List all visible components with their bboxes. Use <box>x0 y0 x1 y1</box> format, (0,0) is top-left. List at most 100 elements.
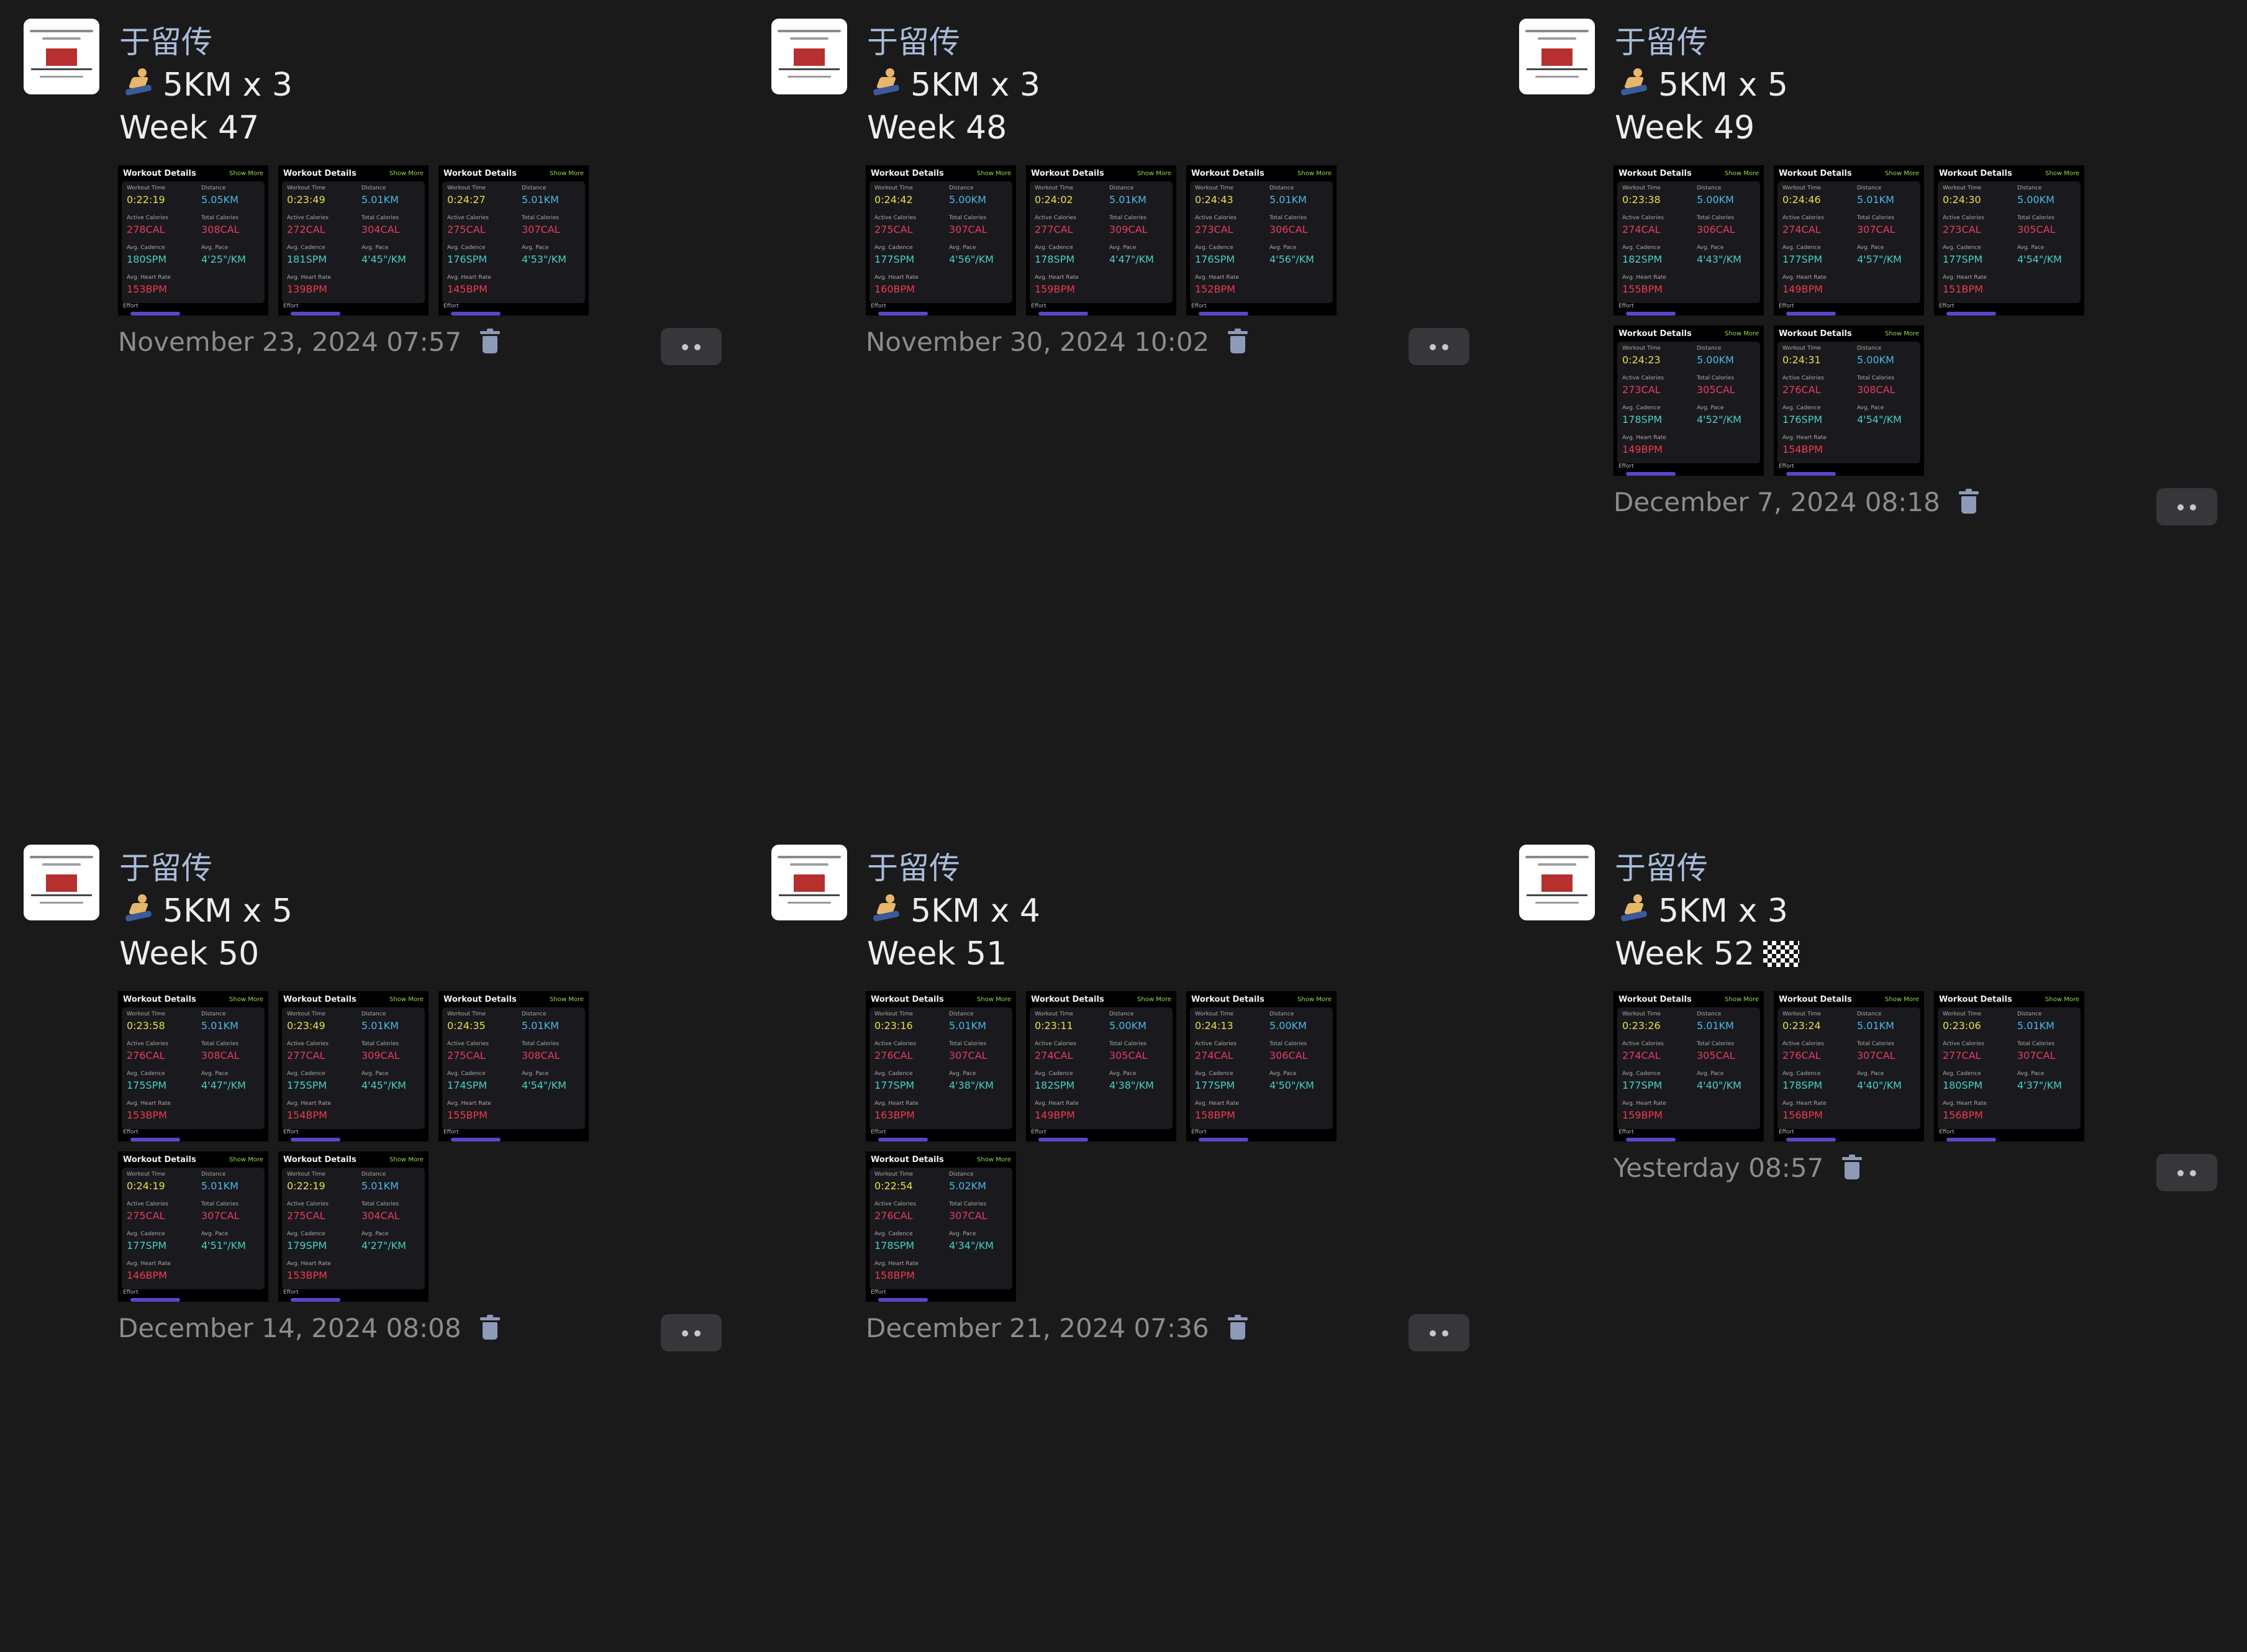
thumb-value-distance: 5.01KM <box>949 1020 986 1032</box>
workout-screenshot-thumbnail[interactable]: Workout Details Show More Workout Time 0:24… <box>118 1151 268 1302</box>
workout-screenshot-thumbnail[interactable]: Workout Details Show More Workout Time 0:23… <box>1934 991 2084 1141</box>
thumb-label-distance: Distance <box>522 1011 547 1017</box>
workout-screenshot-thumbnail[interactable]: Workout Details Show More Workout Time 0:23… <box>278 165 429 315</box>
thumb-value-workout-time: 0:23:58 <box>127 1020 165 1032</box>
thumb-value-avg-cadence: 175SPM <box>287 1079 327 1091</box>
more-dots-icon <box>1430 1330 1436 1337</box>
post-timestamp-row: Yesterday 08:57 <box>1614 1153 1863 1183</box>
workout-screenshot-thumbnail[interactable]: Workout Details Show More Workout Time 0:23… <box>1614 165 1764 315</box>
workout-screenshot-thumbnail[interactable]: Workout Details Show More Workout Time 0:24… <box>1186 991 1337 1141</box>
thumb-label-workout-time: Workout Time <box>1195 1011 1234 1017</box>
thumb-label-active-calories: Active Calories <box>1782 1041 1824 1047</box>
thumb-effort-label: Effort <box>1779 463 1794 470</box>
post-distance-label: 5KM x 3 <box>910 66 1040 104</box>
thumb-show-more: Show More <box>1885 170 1919 177</box>
author-name[interactable]: 于留传 <box>119 843 212 888</box>
thumb-value-total-calories: 305CAL <box>1697 1050 1735 1061</box>
workout-screenshot-thumbnail[interactable]: Workout Details Show More Workout Time 0:24… <box>438 165 589 315</box>
more-options-button[interactable] <box>1409 328 1469 365</box>
trash-icon[interactable] <box>1227 1315 1248 1340</box>
thumb-show-more: Show More <box>1885 996 1919 1003</box>
thumb-value-avg-pace: 4'54"/KM <box>2017 253 2062 265</box>
author-name[interactable]: 于留传 <box>1615 17 1708 62</box>
trash-icon[interactable] <box>1228 329 1248 353</box>
thumb-value-avg-heart-rate: 146BPM <box>127 1269 167 1281</box>
workout-screenshot-thumbnail[interactable]: Workout Details Show More Workout Time 0:24… <box>1774 325 1924 476</box>
thumb-value-distance: 5.01KM <box>1697 1020 1734 1032</box>
author-avatar[interactable] <box>771 19 847 94</box>
thumb-value-distance: 5.01KM <box>522 194 559 206</box>
thumb-effort-label: Effort <box>443 1129 459 1135</box>
workout-screenshot-thumbnail[interactable]: Workout Details Show More Workout Time 0:23… <box>1774 991 1924 1141</box>
runner-emoji-icon <box>867 892 907 927</box>
thumb-label-avg-heart-rate: Avg. Heart Rate <box>287 275 331 281</box>
more-options-button[interactable] <box>1409 1314 1469 1351</box>
thumb-value-total-calories: 308CAL <box>201 1050 240 1061</box>
workout-screenshot-thumbnail[interactable]: Workout Details Show More Workout Time 0:24… <box>1934 165 2084 315</box>
more-dots-icon <box>694 344 701 350</box>
workout-screenshot-thumbnail[interactable]: Workout Details Show More Workout Time 0:24… <box>1774 165 1924 315</box>
trash-icon[interactable] <box>480 329 501 353</box>
author-name[interactable]: 于留传 <box>867 17 960 62</box>
workout-screenshot-thumbnail[interactable]: Workout Details Show More Workout Time 0:24… <box>438 991 589 1141</box>
more-options-button[interactable] <box>661 328 722 365</box>
thumb-label-total-calories: Total Calories <box>1269 215 1307 221</box>
thumb-value-avg-cadence: 180SPM <box>1943 1079 1983 1091</box>
author-avatar[interactable] <box>771 845 847 920</box>
post-distance-label: 5KM x 5 <box>1658 66 1788 104</box>
thumb-label-workout-time: Workout Time <box>1782 1011 1822 1017</box>
thumb-header: Workout Details <box>123 995 196 1004</box>
thumb-label-avg-pace: Avg. Pace <box>1697 405 1724 411</box>
workout-screenshot-thumbnail[interactable]: Workout Details Show More Workout Time 0:24… <box>866 165 1016 315</box>
thumb-label-workout-time: Workout Time <box>874 185 914 191</box>
workout-screenshot-thumbnail[interactable]: Workout Details Show More Workout Time 0:23… <box>118 991 268 1141</box>
author-name[interactable]: 于留传 <box>119 17 212 62</box>
workout-screenshot-thumbnail[interactable]: Workout Details Show More Workout Time 0:23… <box>1026 991 1176 1141</box>
author-avatar[interactable] <box>1519 19 1595 94</box>
thumb-label-active-calories: Active Calories <box>1035 1041 1076 1047</box>
thumb-value-active-calories: 276CAL <box>1782 1050 1821 1061</box>
effort-bar <box>1946 1138 1996 1141</box>
author-avatar[interactable] <box>24 845 99 920</box>
workout-screenshot-thumbnail[interactable]: Workout Details Show More Workout Time 0:23… <box>1614 991 1764 1141</box>
thumb-value-active-calories: 276CAL <box>127 1050 165 1061</box>
thumb-header: Workout Details <box>283 1155 356 1164</box>
thumb-value-avg-cadence: 177SPM <box>874 1079 915 1091</box>
workout-screenshot-thumbnail[interactable]: Workout Details Show More Workout Time 0:22… <box>278 1151 429 1302</box>
thumb-value-active-calories: 275CAL <box>287 1210 325 1222</box>
author-avatar[interactable] <box>1519 845 1595 920</box>
workout-screenshot-thumbnail[interactable]: Workout Details Show More Workout Time 0:24… <box>1026 165 1176 315</box>
thumb-value-active-calories: 277CAL <box>287 1050 325 1061</box>
thumb-label-distance: Distance <box>201 1011 226 1017</box>
author-name[interactable]: 于留传 <box>867 843 960 888</box>
workout-screenshot-thumbnail[interactable]: Workout Details Show More Workout Time 0:24… <box>1614 325 1764 476</box>
workout-screenshot-thumbnail[interactable]: Workout Details Show More Workout Time 0:24… <box>1186 165 1337 315</box>
workout-screenshot-thumbnail[interactable]: Workout Details Show More Workout Time 0:23… <box>866 991 1016 1141</box>
more-options-button[interactable] <box>2156 488 2217 525</box>
author-name[interactable]: 于留传 <box>1615 843 1708 888</box>
runner-emoji-icon <box>119 892 159 927</box>
thumb-show-more: Show More <box>2045 996 2079 1003</box>
workout-screenshot-thumbnail[interactable]: Workout Details Show More Workout Time 0:23… <box>278 991 429 1141</box>
thumb-effort-label: Effort <box>1031 303 1046 309</box>
trash-icon[interactable] <box>1958 489 1979 514</box>
thumb-value-total-calories: 307CAL <box>949 224 987 235</box>
thumb-label-avg-heart-rate: Avg. Heart Rate <box>1035 1101 1079 1107</box>
thumb-label-distance: Distance <box>949 185 974 191</box>
thumb-header: Workout Details <box>1939 995 2012 1004</box>
thumb-metrics-panel: Workout Time 0:24:27 Distance 5.01KM Active … <box>442 181 585 303</box>
thumb-value-active-calories: 276CAL <box>874 1210 913 1222</box>
post-timestamp-row: December 7, 2024 08:18 <box>1614 487 1979 517</box>
author-avatar[interactable] <box>24 19 99 94</box>
trash-icon[interactable] <box>1842 1155 1863 1179</box>
more-options-button[interactable] <box>2156 1154 2217 1191</box>
thumb-label-distance: Distance <box>1697 345 1722 352</box>
more-options-button[interactable] <box>661 1314 722 1351</box>
thumb-effort-label: Effort <box>1618 1129 1634 1135</box>
thumb-label-avg-pace: Avg. Pace <box>522 1071 549 1077</box>
workout-screenshot-thumbnail[interactable]: Workout Details Show More Workout Time 0:22… <box>866 1151 1016 1302</box>
trash-icon[interactable] <box>479 1315 500 1340</box>
workout-screenshot-thumbnail[interactable]: Workout Details Show More Workout Time 0:22… <box>118 165 268 315</box>
thumb-label-avg-cadence: Avg. Cadence <box>1035 1071 1073 1077</box>
thumb-label-avg-heart-rate: Avg. Heart Rate <box>1035 275 1079 281</box>
